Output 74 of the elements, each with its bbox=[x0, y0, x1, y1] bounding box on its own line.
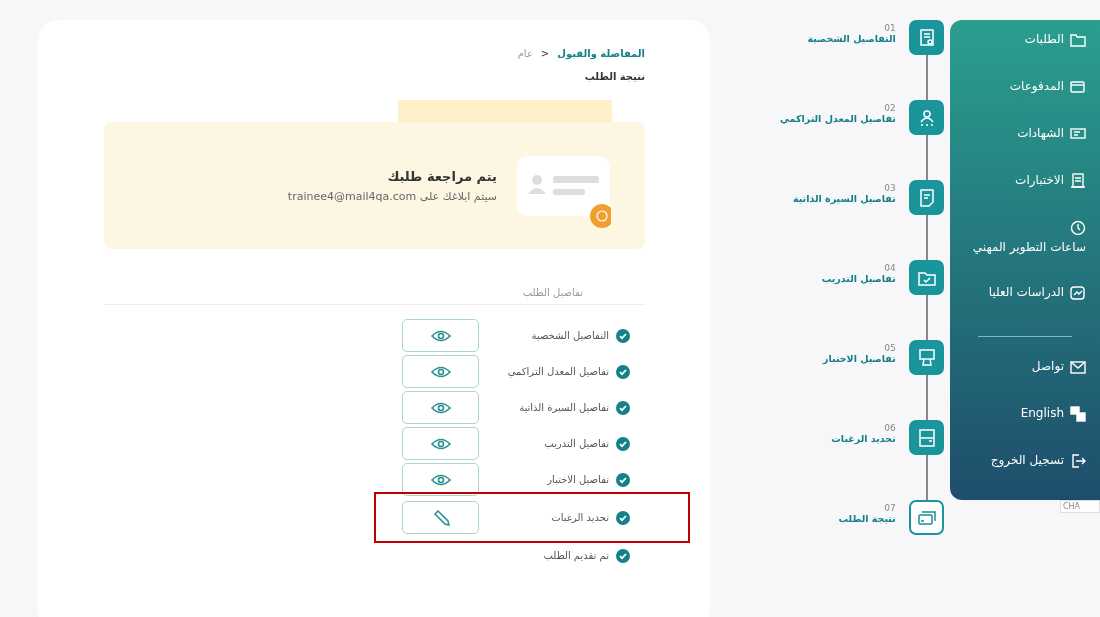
detail-label: تفاصيل الاختبار bbox=[547, 474, 609, 485]
sidebar-item[interactable]: English bbox=[950, 406, 1100, 454]
tooltip: CHA bbox=[1060, 500, 1100, 513]
step-badge[interactable] bbox=[909, 500, 945, 535]
step-number: 01 bbox=[884, 23, 896, 33]
step-label[interactable]: تفاصيل الاختبار bbox=[823, 353, 896, 364]
eye-icon bbox=[430, 329, 451, 342]
step-badge[interactable] bbox=[909, 420, 945, 455]
logout-icon bbox=[1070, 453, 1086, 470]
card-icon bbox=[1070, 78, 1086, 95]
eye-icon bbox=[430, 473, 451, 486]
check-circle-icon bbox=[616, 472, 630, 487]
edit-button[interactable] bbox=[402, 501, 479, 534]
step-badge[interactable] bbox=[909, 180, 945, 215]
envelope-icon bbox=[1070, 359, 1086, 376]
section-heading: تفاصيل الطلب bbox=[104, 287, 645, 305]
sidebar-item[interactable]: الاختبارات bbox=[950, 172, 1100, 220]
page-title: نتيجة الطلب bbox=[583, 71, 645, 82]
step-badge[interactable] bbox=[909, 260, 945, 295]
step-badge[interactable] bbox=[909, 100, 945, 135]
step-label[interactable]: تفاصيل السيرة الذاتية bbox=[793, 193, 896, 204]
step-label[interactable]: التفاصيل الشخصية bbox=[807, 33, 896, 44]
sidebar-item[interactable]: الشهادات bbox=[950, 125, 1100, 173]
view-button[interactable] bbox=[402, 355, 479, 388]
step-badge[interactable] bbox=[909, 340, 945, 375]
step-label[interactable]: تفاصيل المعدل التراكمي bbox=[780, 113, 896, 124]
detail-label: التفاصيل الشخصية bbox=[531, 330, 609, 341]
breadcrumb-link[interactable]: المفاضلة والقبول bbox=[557, 48, 645, 59]
sidebar-item[interactable]: تواصل bbox=[950, 359, 1100, 407]
check-circle-icon bbox=[616, 510, 630, 525]
clock-icon bbox=[1070, 219, 1086, 236]
step-number: 06 bbox=[884, 423, 896, 433]
document-icon bbox=[1070, 172, 1086, 189]
check-circle-icon bbox=[616, 328, 630, 343]
monitor-icon bbox=[916, 347, 937, 368]
detail-label: تم تقديم الطلب bbox=[543, 550, 609, 561]
chart-icon bbox=[1070, 285, 1086, 302]
step-number: 03 bbox=[884, 183, 896, 193]
cabinet-icon bbox=[916, 427, 937, 448]
check-circle-icon bbox=[616, 364, 630, 379]
status-message: سيتم ابلاغك على trainee4@mail4qa.com bbox=[287, 189, 497, 203]
sidebar-item[interactable]: ساعات التطوير المهني bbox=[950, 219, 1100, 286]
step-number: 05 bbox=[884, 343, 896, 353]
view-button[interactable] bbox=[402, 391, 479, 424]
view-button[interactable] bbox=[402, 463, 479, 496]
detail-label: تحديد الرغبات bbox=[551, 512, 609, 523]
check-circle-icon bbox=[616, 400, 630, 415]
pencil-icon bbox=[431, 508, 450, 527]
breadcrumb-link[interactable]: عام bbox=[517, 48, 533, 59]
folder-icon bbox=[1070, 32, 1086, 48]
view-button[interactable] bbox=[402, 319, 479, 352]
detail-label: تفاصيل السيرة الذاتية bbox=[519, 402, 609, 413]
sidebar-item[interactable]: تسجيل الخروج bbox=[950, 453, 1100, 500]
step-label[interactable]: تحديد الرغبات bbox=[831, 433, 896, 444]
detail-label: تفاصيل المعدل التراكمي bbox=[507, 366, 609, 377]
step-number: 04 bbox=[884, 263, 896, 273]
sidebar-item[interactable]: المدفوعات bbox=[950, 78, 1100, 126]
step-badge[interactable] bbox=[909, 20, 945, 55]
eye-icon bbox=[430, 401, 451, 414]
view-button[interactable] bbox=[402, 427, 479, 460]
eye-icon bbox=[430, 365, 451, 378]
status-title: يتم مراجعة طلبك bbox=[386, 168, 497, 184]
check-circle-icon bbox=[616, 436, 630, 451]
step-number: 07 bbox=[884, 503, 896, 513]
step-label[interactable]: تفاصيل التدريب bbox=[821, 273, 896, 284]
breadcrumb-separator: < bbox=[540, 48, 550, 59]
sidebar-item[interactable]: الدراسات العليا bbox=[950, 285, 1100, 333]
certificate-icon bbox=[1070, 125, 1086, 142]
step-label[interactable]: نتيجة الطلب bbox=[838, 513, 896, 524]
check-circle-icon bbox=[616, 548, 630, 563]
eye-icon bbox=[430, 437, 451, 450]
sidebar-item[interactable]: الطلبات bbox=[950, 32, 1100, 79]
detail-label: تفاصيل التدريب bbox=[544, 438, 609, 449]
step-number: 02 bbox=[884, 103, 896, 113]
